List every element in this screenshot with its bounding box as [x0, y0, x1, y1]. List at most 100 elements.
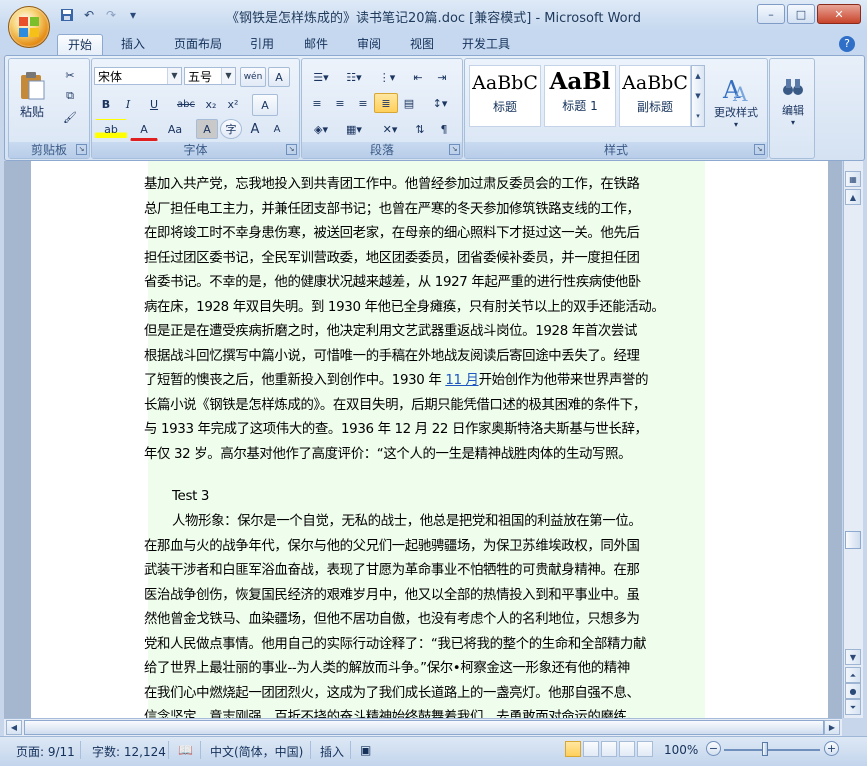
strikethrough-button[interactable]: abc	[172, 94, 200, 114]
style-title[interactable]: AaBbC 标题	[469, 65, 541, 127]
text-run: 开始创作为他带来世界声誉的	[478, 373, 649, 388]
sort-button[interactable]: ⇅	[408, 119, 432, 139]
change-styles-button[interactable]: AA 更改样式 ▾	[707, 63, 765, 139]
zoom-out-button[interactable]: −	[706, 741, 721, 756]
chinese-layout-button[interactable]: ✕▾	[374, 119, 406, 139]
font-name-combo[interactable]: 宋体 ▼	[94, 67, 182, 85]
copy-icon[interactable]: ⧉	[59, 86, 81, 106]
highlight-button[interactable]: ab	[95, 119, 127, 139]
editing-button[interactable]: 编辑 ▾	[772, 63, 814, 139]
change-case-button[interactable]: Aa	[160, 119, 190, 139]
cut-icon[interactable]: ✂	[59, 65, 81, 85]
maximize-button[interactable]: □	[787, 4, 815, 24]
tab-review[interactable]: 审阅	[348, 34, 390, 55]
scroll-right-icon[interactable]: ▶	[824, 720, 840, 735]
increase-indent-button[interactable]: ⇥	[430, 67, 454, 87]
hyperlink[interactable]: 11 月	[445, 373, 479, 388]
insert-mode[interactable]: 插入	[320, 743, 344, 760]
tab-page-layout[interactable]: 页面布局	[166, 34, 230, 55]
help-icon[interactable]: ?	[839, 36, 855, 52]
macro-record-icon[interactable]: ▣	[360, 743, 371, 757]
tab-view[interactable]: 视图	[401, 34, 443, 55]
subscript-button[interactable]: x₂	[200, 94, 222, 114]
svg-text:A: A	[732, 82, 748, 104]
style-heading1[interactable]: AaBl 标题 1	[544, 65, 616, 127]
draft-view-icon[interactable]	[637, 741, 653, 757]
clear-formatting-button[interactable]: A	[252, 94, 278, 116]
divider	[168, 741, 169, 759]
paragraph-launcher-icon[interactable]: ↘	[449, 144, 460, 155]
clipboard-launcher-icon[interactable]: ↘	[76, 144, 87, 155]
zoom-slider-handle[interactable]	[762, 742, 768, 756]
enclose-char-button[interactable]: 字	[220, 119, 242, 139]
shrink-font-button[interactable]: A	[266, 119, 288, 139]
shading-button[interactable]: ◈▾	[305, 119, 337, 139]
grow-font-button[interactable]: A	[244, 119, 266, 139]
minimize-button[interactable]: –	[757, 4, 785, 24]
font-size-combo[interactable]: 五号 ▼	[184, 67, 236, 85]
text-line: 人物形象：保尔是一个自觉，无私的战士，他总是把党和祖国的利益放在第一位。	[172, 514, 642, 529]
test-heading-block[interactable]: Test 3	[144, 485, 684, 510]
justify-button[interactable]: ≣	[374, 93, 398, 113]
horizontal-scrollbar[interactable]: ◀ ▶	[4, 718, 842, 736]
scrollbar-thumb[interactable]	[845, 531, 861, 549]
clear-formatting-icon: A	[261, 98, 269, 112]
zoom-in-button[interactable]: +	[824, 741, 839, 756]
tab-developer[interactable]: 开发工具	[454, 34, 518, 55]
tab-home[interactable]: 开始	[57, 34, 103, 56]
styles-gallery-scroll[interactable]: ▲ ▼ ▾	[691, 65, 705, 127]
outline-view-icon[interactable]	[619, 741, 635, 757]
font-color-button[interactable]: A	[130, 119, 158, 141]
scroll-left-icon[interactable]: ◀	[6, 720, 22, 735]
tab-mailings[interactable]: 邮件	[295, 34, 337, 55]
format-painter-icon[interactable]: 🖌	[59, 107, 81, 127]
page-indicator[interactable]: 页面: 9/11	[16, 743, 75, 760]
underline-button[interactable]: U	[139, 94, 169, 114]
paste-button[interactable]: 粘贴	[13, 63, 51, 127]
paragraph-2[interactable]: 人物形象：保尔是一个自觉，无私的战士，他总是把党和祖国的利益放在第一位。 在那血…	[144, 510, 684, 718]
paragraph-1[interactable]: 基加入共产党，忘我地投入到共青团工作中。他曾经参加过肃反委员会的工作，在铁路 总…	[144, 173, 684, 467]
tab-insert[interactable]: 插入	[112, 34, 154, 55]
styles-launcher-icon[interactable]: ↘	[754, 144, 765, 155]
bold-button[interactable]: B	[95, 94, 117, 114]
style-subtitle[interactable]: AaBbC 副标题	[619, 65, 691, 127]
word-count[interactable]: 字数: 12,124	[92, 743, 166, 760]
align-right-button[interactable]: ≡	[351, 93, 375, 113]
align-left-button[interactable]: ≡	[305, 93, 329, 113]
styles-group: AaBbC 标题 AaBl 标题 1 AaBbC 副标题 ▲ ▼ ▾ AA 更改样式…	[464, 58, 768, 159]
decrease-indent-button[interactable]: ⇤	[406, 67, 430, 87]
borders-button[interactable]: ▦▾	[338, 119, 370, 139]
multilevel-list-button[interactable]: ⋮▾	[371, 67, 403, 87]
language-indicator[interactable]: 中文(简体，中国)	[210, 743, 303, 760]
scroll-up-icon[interactable]: ▲	[845, 189, 861, 205]
proofing-icon[interactable]: 📖	[178, 743, 193, 757]
styles-group-label: 样式	[465, 142, 767, 158]
ruler-toggle-icon[interactable]: ▦	[845, 171, 861, 187]
office-button[interactable]	[8, 6, 50, 48]
vertical-scrollbar[interactable]: ▦ ▲ ▼ ⏶ ● ⏷	[843, 161, 863, 718]
next-page-icon[interactable]: ⏷	[845, 699, 861, 715]
line-spacing-button[interactable]: ↕▾	[424, 93, 456, 113]
scrollbar-thumb[interactable]	[24, 720, 824, 735]
print-layout-view-icon[interactable]	[565, 741, 581, 757]
browse-object-icon[interactable]: ●	[845, 683, 861, 699]
zoom-level[interactable]: 100%	[664, 743, 698, 757]
close-button[interactable]: ✕	[817, 4, 861, 24]
tab-references[interactable]: 引用	[241, 34, 283, 55]
char-shading-button[interactable]: A	[196, 119, 218, 139]
numbering-button[interactable]: ☷▾	[338, 67, 370, 87]
phonetic-guide-button[interactable]: wén	[240, 67, 266, 87]
font-launcher-icon[interactable]: ↘	[286, 144, 297, 155]
char-border-button[interactable]: A	[268, 67, 290, 87]
distributed-button[interactable]: ▤	[397, 93, 421, 113]
align-center-button[interactable]: ≡	[328, 93, 352, 113]
italic-button[interactable]: I	[117, 94, 139, 114]
zoom-slider[interactable]	[724, 749, 820, 751]
web-layout-view-icon[interactable]	[601, 741, 617, 757]
scroll-down-icon[interactable]: ▼	[845, 649, 861, 665]
show-marks-button[interactable]: ¶	[432, 119, 456, 139]
previous-page-icon[interactable]: ⏶	[845, 667, 861, 683]
full-screen-reading-view-icon[interactable]	[583, 741, 599, 757]
bullets-button[interactable]: ☰▾	[305, 67, 337, 87]
superscript-button[interactable]: x²	[222, 94, 244, 114]
